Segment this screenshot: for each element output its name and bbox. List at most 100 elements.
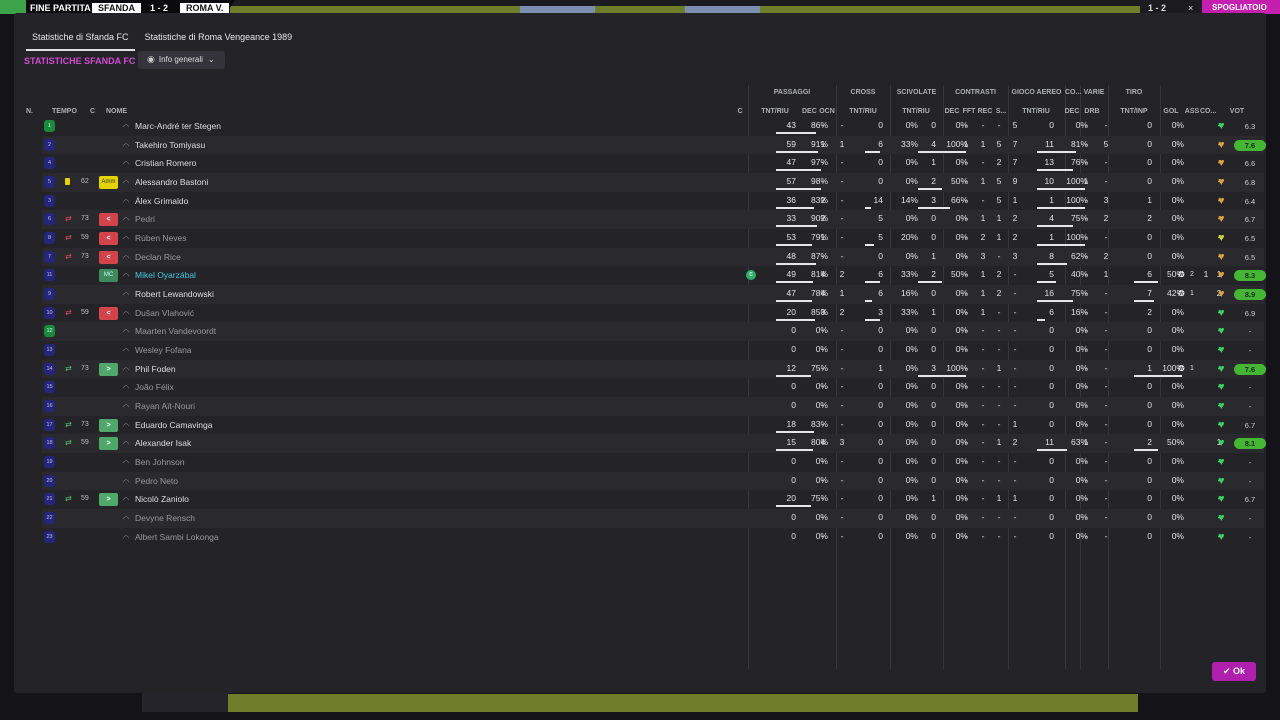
tab-home-stats[interactable]: Statistiche di Sfanda FC — [26, 29, 135, 51]
player-name[interactable]: ◠ Mikel Oyarzábal — [123, 270, 196, 280]
table-row[interactable]: 19 ◠ Ben Johnson 0 0% - -0 0% 0 0% - - - -0 0% - -0 0% - ♥ - — [42, 453, 1264, 472]
column-header-co_dec[interactable]: DEC — [1064, 108, 1080, 115]
table-row[interactable]: 11 MC ◠ Mikel Oyarzábal c 49 81% 4 2 6 33% 2 50% -1 2-… — [42, 266, 1266, 285]
stat-value: 18 — [786, 418, 796, 429]
table-row[interactable]: 23 ◠ Albert Sambi Lokonga 0 0% - -0 0% 0 0% - - - -0 0… — [42, 528, 1264, 547]
player-name[interactable]: ◠ Alessandro Bastoni — [123, 177, 208, 187]
stat-value: 2 — [1012, 437, 1018, 448]
stat-value: - — [840, 381, 844, 392]
table-row[interactable]: 10 ⇄ 59 < ◠ Dušan Vlahović 20 85% 3 2 3 33% 1 0% -1- -6… — [42, 304, 1264, 323]
player-name[interactable]: ◠ Nicolò Zaniolo — [123, 494, 189, 504]
column-header-cross_tr[interactable]: TNT/RIU — [843, 108, 883, 115]
player-name[interactable]: ◠ Phil Foden — [123, 364, 176, 374]
column-header-shot_tr[interactable]: TNT/INP — [1114, 108, 1154, 115]
table-row[interactable]: 4 ◠ Cristian Romero 47 97% - -0 0% 1 0% - -2 7 13 76% -… — [42, 154, 1264, 173]
table-row[interactable]: 1 ◠ Marc-André ter Stegen 43 86% - -0 0% 0 0% - - -5… — [42, 117, 1264, 136]
stat-value: 5 — [878, 232, 883, 243]
column-header-cond[interactable]: C — [734, 108, 746, 115]
player-name[interactable]: ◠ Marc-André ter Stegen — [123, 121, 221, 131]
column-header-con_dec[interactable]: DEC — [944, 108, 960, 115]
player-name[interactable]: ◠ Eduardo Camavinga — [123, 420, 213, 430]
column-header-ass[interactable]: ASS — [1183, 108, 1201, 115]
cross-bar — [865, 150, 880, 153]
yellow-card-icon — [65, 178, 70, 185]
rating-badge: - — [1248, 402, 1252, 412]
player-name[interactable]: ◠ João Félix — [123, 382, 174, 392]
table-row[interactable]: 18 ⇄ 59 > ◠ Alexander Isak 15 80% 4 3 0 0% 0 0% - -1 2 11… — [42, 434, 1266, 454]
table-row[interactable]: 17 ⇄ 73 > ◠ Eduardo Camavinga 18 83% - -0 0% 0 0% - - -… — [42, 416, 1264, 435]
player-name[interactable]: ◠ Pedri — [123, 214, 155, 224]
column-header-gol[interactable]: GOL — [1162, 108, 1180, 115]
table-row[interactable]: 14 ⇄ 73 > ◠ Phil Foden 12 75% - -1 0% 3 100% - -1-0 0% -… — [42, 359, 1266, 379]
player-name[interactable]: ◠ Robert Lewandowski — [123, 289, 214, 299]
morale-heart-icon: ♥ — [1218, 194, 1225, 207]
player-name[interactable]: ◠ Àlex Grimaldo — [123, 196, 188, 206]
stat-value: - — [840, 456, 844, 467]
stat-value: - — [964, 400, 968, 411]
stat-value: 0 — [1049, 400, 1054, 411]
column-header-time[interactable]: TEMPO — [52, 108, 78, 115]
column-header-co2[interactable]: CO... — [1200, 108, 1216, 115]
ok-button[interactable]: ✔ Ok — [1212, 662, 1256, 681]
column-header-pass_tr[interactable]: TNT/RIU — [755, 108, 795, 115]
table-row[interactable]: 21 ⇄ 59 > ◠ Nicolò Zaniolo 20 75% - -0 0% 1 0% - -1 1 0 0… — [42, 490, 1264, 509]
stat-value: - — [964, 493, 968, 504]
column-header-con_rec[interactable]: REC — [976, 108, 994, 115]
column-header-vote[interactable]: VOT — [1222, 108, 1252, 115]
player-name-label: Àlex Grimaldo — [135, 195, 189, 206]
aerial-bar — [1037, 188, 1085, 190]
player-name[interactable]: ◠ Cristian Romero — [123, 158, 196, 168]
table-row[interactable]: 3 ◠ Àlex Grimaldo 36 83% 2-14 14% 3 66% - -5 1 1 100%… — [42, 192, 1264, 211]
close-icon[interactable]: × — [1188, 3, 1193, 13]
stat-value: 2 — [820, 194, 826, 205]
table-row[interactable]: 15 ◠ João Félix 0 0% - -0 0% 0 0% - - - -0 0% - -0 0% - ♥ - — [42, 378, 1264, 397]
shirt-number: 7 — [44, 250, 55, 263]
tab-away-stats[interactable]: Statistiche di Roma Vengeance 1989 — [139, 29, 299, 51]
dressing-room-button[interactable]: SPOGLIATOIO — [1202, 0, 1280, 14]
player-name[interactable]: ◠ Maarten Vandevoordt — [123, 326, 216, 336]
table-row[interactable]: 2 ◠ Takehiro Tomiyasu 59 91% 1 1 6 33% 4 100% 1 1 5 7 1… — [42, 135, 1266, 155]
table-row[interactable]: 12 ◠ Maarten Vandevoordt 0 0% - -0 0% 0 0% - - - -0 0%… — [42, 322, 1264, 342]
column-header-pass_ocn[interactable]: OCN — [818, 108, 836, 115]
player-name[interactable]: ◠ Wesley Fofana — [123, 345, 192, 355]
column-header-num[interactable]: N. — [26, 108, 40, 115]
column-header-role[interactable]: C — [90, 108, 100, 115]
player-name[interactable]: ◠ Albert Sambi Lokonga — [123, 532, 219, 542]
player-name[interactable]: ◠ Takehiro Tomiyasu — [123, 140, 205, 150]
player-name[interactable]: ◠ Alexander Isak — [123, 438, 191, 448]
table-row[interactable]: 6 ⇄ 73 < ◠ Pedri 33 90% 2-5 0% 0 0% -1 1 2 4 75% -2 2 0% - ♥ 6… — [42, 210, 1264, 229]
stat-value: 0 — [1049, 362, 1054, 373]
rating-badge: - — [1248, 383, 1252, 393]
table-row[interactable]: 13 ◠ Wesley Fofana 0 0% - -0 0% 0 0% - - - -0 0% - -0 0% -… — [42, 341, 1264, 360]
player-name[interactable]: ◠ Declan Rice — [123, 252, 181, 262]
player-name[interactable]: ◠ Rayan Aït-Nouri — [123, 401, 195, 411]
column-header-pass_dec[interactable]: DEC — [802, 108, 817, 115]
stat-percent: 0% — [1171, 306, 1184, 317]
stat-value: - — [821, 250, 825, 261]
table-row[interactable]: 16 ◠ Rayan Aït-Nouri 0 0% - -0 0% 0 0% - - - -0 0% - -0 0… — [42, 397, 1264, 416]
column-header-con_fft[interactable]: FFT — [961, 108, 977, 115]
table-row[interactable]: 9 ◠ Robert Lewandowski 47 78% 4 1 6 16% 0 0% -1 2-16… — [42, 285, 1266, 304]
player-name[interactable]: ◠ Ben Johnson — [123, 457, 185, 467]
stat-value: 0 — [1147, 418, 1152, 429]
player-name[interactable]: ◠ Dušan Vlahović — [123, 308, 194, 318]
table-row[interactable]: 20 ◠ Pedro Neto 0 0% - -0 0% 0 0% - - - -0 0% - -0 0% - ♥ - — [42, 471, 1264, 491]
column-header-tack_tr[interactable]: TNT/RIU — [896, 108, 936, 115]
player-name[interactable]: ◠ Rúben Neves — [123, 233, 187, 243]
table-row[interactable]: 8 ⇄ 59 < ◠ Rúben Neves 53 79% 1-5 20% 0 0% -2 1 2 1 100%… — [42, 229, 1264, 248]
pass-bar — [776, 225, 817, 228]
player-name[interactable]: ◠ Pedro Neto — [123, 476, 178, 486]
column-header-var_drb[interactable]: DRB — [1082, 108, 1102, 115]
table-row[interactable]: 7 ⇄ 73 < ◠ Declan Rice 48 87% - -0 0% 1 0% -3-3 8 62% -2… — [42, 247, 1264, 267]
stat-value: - — [821, 344, 825, 355]
stat-value: - — [821, 176, 825, 186]
shot-bar — [1134, 300, 1154, 303]
column-header-name[interactable]: NOME — [106, 108, 146, 115]
column-header-con_s[interactable]: S... — [994, 108, 1008, 115]
table-row[interactable]: 5 62 Amm ◠ Alessandro Bastoni 57 98% - -0 0% 2 50% -… — [42, 173, 1264, 192]
stat-percent: 0% — [1171, 176, 1184, 186]
table-row[interactable]: 22 ◠ Devyne Rensch 0 0% - -0 0% 0 0% - - - -0 0% - -0 0% -… — [42, 509, 1264, 528]
column-header-air_tr[interactable]: TNT/RIU — [1014, 108, 1058, 115]
view-dropdown[interactable]: ◉ Info generali ⌄ — [138, 51, 225, 69]
player-name[interactable]: ◠ Devyne Rensch — [123, 513, 195, 523]
